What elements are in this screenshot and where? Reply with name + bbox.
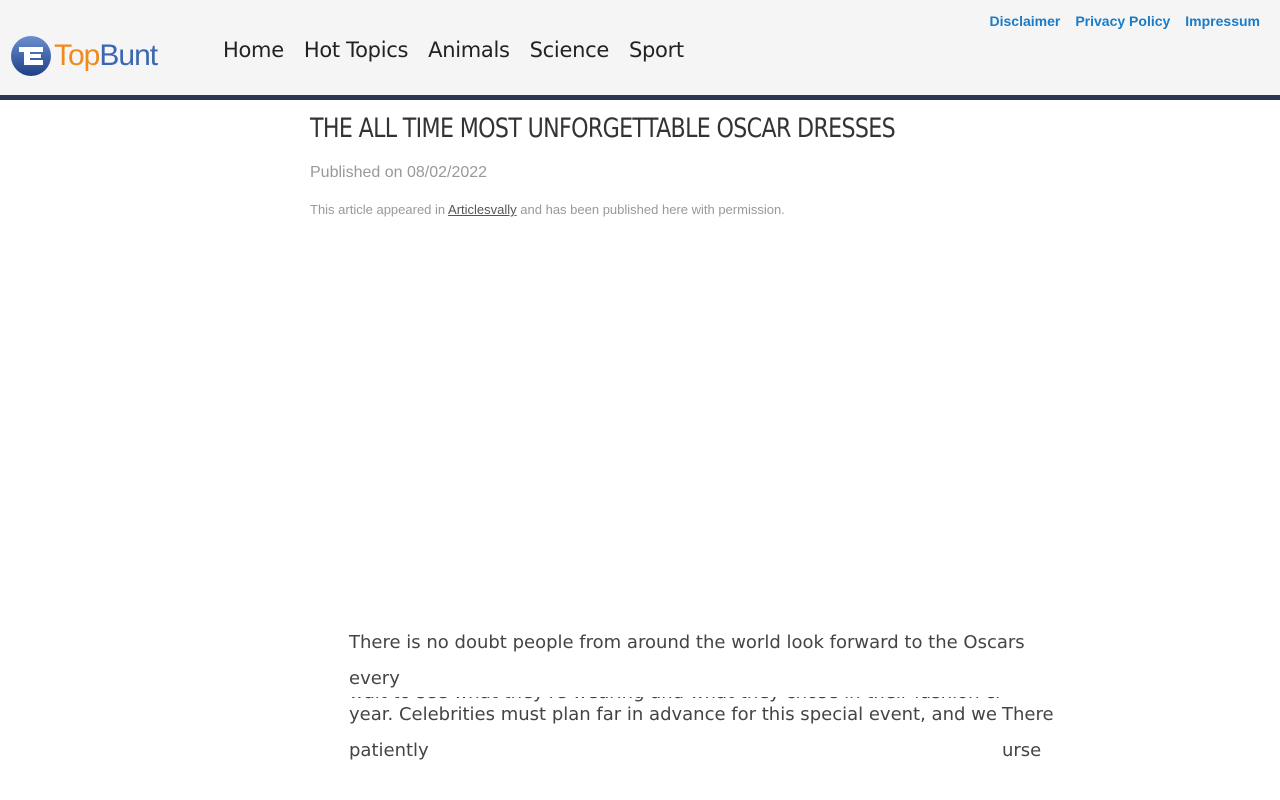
nav-animals[interactable]: Animals (428, 38, 510, 62)
permission-prefix: This article appeared in (310, 202, 446, 217)
permission-suffix: and has been published here with permiss… (520, 202, 785, 217)
permission-note: This article appeared in Articlesvally a… (310, 202, 1070, 217)
body-line-clipped-text: wait to see what they're wearing and wha… (349, 697, 1001, 711)
disclaimer-link[interactable]: Disclaimer (990, 13, 1061, 29)
body-line-clipped: wait to see what they're wearing and wha… (349, 697, 1001, 711)
body-line: There is no doubt people from around the… (349, 632, 1025, 689)
nav-hot-topics[interactable]: Hot Topics (304, 38, 409, 62)
article-title: THE ALL TIME MOST UNFORGETTABLE OSCAR DR… (310, 113, 896, 144)
ad-placeholder (310, 240, 1070, 610)
nav-home[interactable]: Home (223, 38, 284, 62)
logo-text-top: Top (54, 39, 100, 72)
top-links: Disclaimer Privacy Policy Impressum (990, 13, 1260, 29)
site-header: Disclaimer Privacy Policy Impressum TopB… (0, 0, 1280, 100)
main-nav: Home Hot Topics Animals Science Sport (223, 38, 684, 62)
float-text-urse: urse (1002, 740, 1042, 761)
source-link[interactable]: Articlesvally (448, 202, 517, 217)
nav-science[interactable]: Science (530, 38, 610, 62)
impressum-link[interactable]: Impressum (1185, 13, 1260, 29)
article: THE ALL TIME MOST UNFORGETTABLE OSCAR DR… (310, 105, 1070, 217)
site-logo[interactable]: TopBunt (10, 34, 158, 78)
float-text-there: There (1002, 704, 1054, 725)
privacy-policy-link[interactable]: Privacy Policy (1075, 13, 1170, 29)
nav-sport[interactable]: Sport (629, 38, 684, 62)
logo-text: TopBunt (54, 35, 158, 77)
published-date: Published on 08/02/2022 (310, 164, 488, 181)
logo-mark-icon (11, 36, 51, 76)
logo-text-bunt: Bunt (99, 39, 158, 72)
